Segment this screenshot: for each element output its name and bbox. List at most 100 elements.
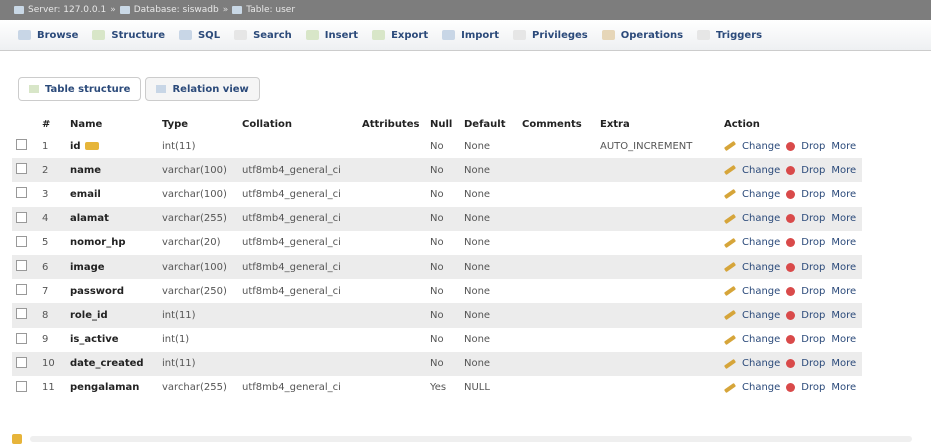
table-row[interactable]: 9 is_active int(1) No None Change Drop More <box>12 328 862 352</box>
row-checkbox[interactable] <box>16 356 27 368</box>
row-actions: Change Drop More <box>723 310 858 321</box>
drop-link[interactable]: Drop <box>801 334 825 345</box>
column-collation: utf8mb4_general_ci <box>238 231 358 255</box>
action-cell: Change Drop More <box>720 182 862 206</box>
more-link[interactable]: More <box>831 358 856 369</box>
row-checkbox[interactable] <box>16 187 27 199</box>
header-extra[interactable]: Extra <box>596 114 720 134</box>
more-link[interactable]: More <box>831 213 856 224</box>
header-collation[interactable]: Collation <box>238 114 358 134</box>
table-row[interactable]: 7 password varchar(250) utf8mb4_general_ci N… <box>12 279 862 303</box>
row-checkbox[interactable] <box>16 284 27 296</box>
subtab-table-structure[interactable]: Table structure <box>18 77 142 101</box>
drop-link[interactable]: Drop <box>801 213 825 224</box>
breadcrumb-separator: » <box>222 5 229 15</box>
row-checkbox[interactable] <box>16 308 27 320</box>
column-null: No <box>426 206 460 231</box>
tab-insert[interactable]: Insert <box>305 20 372 50</box>
drop-link[interactable]: Drop <box>801 165 825 176</box>
row-checkbox[interactable] <box>16 211 27 223</box>
drop-link[interactable]: Drop <box>801 310 825 321</box>
column-null-text: No <box>430 140 444 152</box>
more-link[interactable]: More <box>831 165 856 176</box>
change-link[interactable]: Change <box>742 237 780 248</box>
column-null: No <box>426 279 460 303</box>
more-link[interactable]: More <box>831 262 856 273</box>
change-link[interactable]: Change <box>742 262 780 273</box>
change-link[interactable]: Change <box>742 165 780 176</box>
tab-operations[interactable]: Operations <box>601 20 697 50</box>
more-link[interactable]: More <box>831 141 856 152</box>
drop-link[interactable]: Drop <box>801 358 825 369</box>
subtab-relation-view[interactable]: Relation view <box>145 77 260 101</box>
tab-sql[interactable]: SQL <box>178 20 234 50</box>
column-name: password <box>66 279 158 303</box>
tab-import[interactable]: Import <box>442 20 513 50</box>
drop-link[interactable]: Drop <box>801 237 825 248</box>
column-extra <box>596 328 720 352</box>
table-row[interactable]: 10 date_created int(11) No None Change Drop Mor… <box>12 351 862 376</box>
change-link[interactable]: Change <box>742 213 780 224</box>
header-name[interactable]: Name <box>66 114 158 134</box>
more-link[interactable]: More <box>831 237 856 248</box>
column-null-text: No <box>430 188 444 200</box>
tab-search[interactable]: Search <box>234 20 306 50</box>
row-number-text: 2 <box>42 164 49 176</box>
row-checkbox[interactable] <box>16 380 27 392</box>
table-row[interactable]: 8 role_id int(11) No None Change Drop More <box>12 303 862 328</box>
drop-link[interactable]: Drop <box>801 286 825 297</box>
table-row[interactable]: 6 image varchar(100) utf8mb4_general_ci No No… <box>12 254 862 280</box>
column-null-text: No <box>430 285 444 297</box>
change-link[interactable]: Change <box>742 189 780 200</box>
tab-structure[interactable]: Structure <box>92 20 179 50</box>
more-link[interactable]: More <box>831 310 856 321</box>
column-collation: utf8mb4_general_ci <box>238 182 358 206</box>
header-default[interactable]: Default <box>460 114 518 134</box>
insert-icon <box>305 30 319 40</box>
column-collation-text: utf8mb4_general_ci <box>242 285 341 297</box>
tab-export[interactable]: Export <box>372 20 442 50</box>
row-number: 1 <box>38 134 66 158</box>
column-extra <box>596 182 720 206</box>
tab-privileges[interactable]: Privileges <box>513 20 602 50</box>
more-link[interactable]: More <box>831 334 856 345</box>
change-link[interactable]: Change <box>742 286 780 297</box>
change-link[interactable]: Change <box>742 334 780 345</box>
change-link[interactable]: Change <box>742 358 780 369</box>
breadcrumb-server[interactable]: Server: 127.0.0.1 <box>28 5 106 15</box>
more-link[interactable]: More <box>831 189 856 200</box>
column-name-text: email <box>70 188 101 200</box>
column-default-text: None <box>464 188 491 200</box>
header-type[interactable]: Type <box>158 114 238 134</box>
change-link[interactable]: Change <box>742 310 780 321</box>
more-link[interactable]: More <box>831 382 856 393</box>
row-checkbox[interactable] <box>16 260 27 272</box>
table-row[interactable]: 4 alamat varchar(255) utf8mb4_general_ci No N… <box>12 206 862 231</box>
breadcrumb-database[interactable]: Database: siswadb <box>134 5 219 15</box>
drop-link[interactable]: Drop <box>801 189 825 200</box>
row-checkbox[interactable] <box>16 139 27 151</box>
table-row[interactable]: 11 pengalaman varchar(255) utf8mb4_general_… <box>12 376 862 400</box>
row-checkbox[interactable] <box>16 235 27 247</box>
drop-link[interactable]: Drop <box>801 262 825 273</box>
header-attributes[interactable]: Attributes <box>358 114 426 134</box>
column-attributes <box>358 158 426 183</box>
row-checkbox[interactable] <box>16 163 27 175</box>
drop-link[interactable]: Drop <box>801 382 825 393</box>
change-link[interactable]: Change <box>742 382 780 393</box>
table-row[interactable]: 5 nomor_hp varchar(20) utf8mb4_general_ci No… <box>12 231 862 255</box>
drop-icon <box>786 286 796 296</box>
table-row[interactable]: 2 name varchar(100) utf8mb4_general_ci No Non… <box>12 158 862 183</box>
drop-link[interactable]: Drop <box>801 141 825 152</box>
more-link[interactable]: More <box>831 286 856 297</box>
tab-triggers[interactable]: Triggers <box>697 20 776 50</box>
row-number: 10 <box>38 351 66 376</box>
tab-browse[interactable]: Browse <box>18 20 92 50</box>
breadcrumb-table[interactable]: Table: user <box>246 5 295 15</box>
row-checkbox[interactable] <box>16 332 27 344</box>
table-row[interactable]: 1 id int(11) No None AUTO_INCREMENT Change Drop… <box>12 134 862 158</box>
change-link[interactable]: Change <box>742 141 780 152</box>
table-row[interactable]: 3 email varchar(100) utf8mb4_general_ci No No… <box>12 182 862 206</box>
header-null[interactable]: Null <box>426 114 460 134</box>
header-comments[interactable]: Comments <box>518 114 596 134</box>
